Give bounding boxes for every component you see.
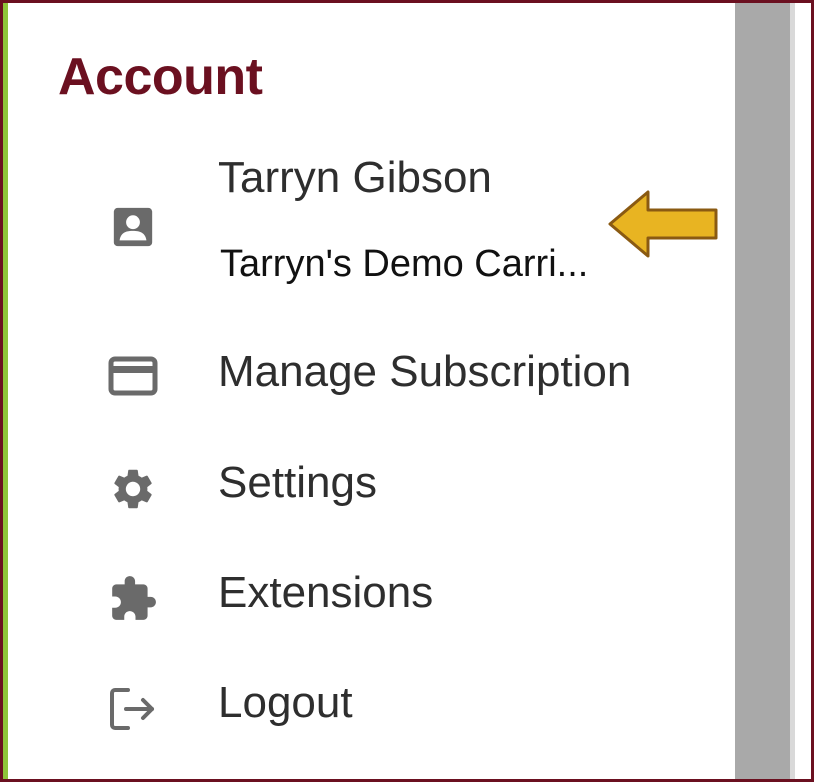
menu-item-extensions[interactable]: Extensions <box>8 568 733 628</box>
profile-company: Tarryn's Demo Carri... <box>220 243 589 285</box>
menu-item-label: Extensions <box>218 568 434 617</box>
gear-icon <box>106 462 160 516</box>
menu-item-label: Logout <box>218 678 353 727</box>
callout-arrow-icon <box>606 189 720 264</box>
account-menu-panel: Account Tarryn Gibson Tarryn's Demo Carr… <box>8 3 733 779</box>
scrollbar-track[interactable] <box>735 3 790 779</box>
puzzle-icon <box>106 572 160 626</box>
menu-item-logout[interactable]: Logout <box>8 678 733 738</box>
window-edge <box>795 3 811 779</box>
account-box-icon <box>106 200 160 254</box>
credit-card-icon <box>106 349 160 403</box>
menu-item-label: Manage Subscription <box>218 347 632 396</box>
menu-item-settings[interactable]: Settings <box>8 458 733 518</box>
menu-item-label: Settings <box>218 458 377 507</box>
profile-name: Tarryn Gibson <box>218 153 492 202</box>
account-menu-frame: Account Tarryn Gibson Tarryn's Demo Carr… <box>0 0 814 782</box>
logout-icon <box>106 682 160 736</box>
menu-item-manage-subscription[interactable]: Manage Subscription <box>8 347 733 407</box>
menu-heading: Account <box>58 48 263 106</box>
